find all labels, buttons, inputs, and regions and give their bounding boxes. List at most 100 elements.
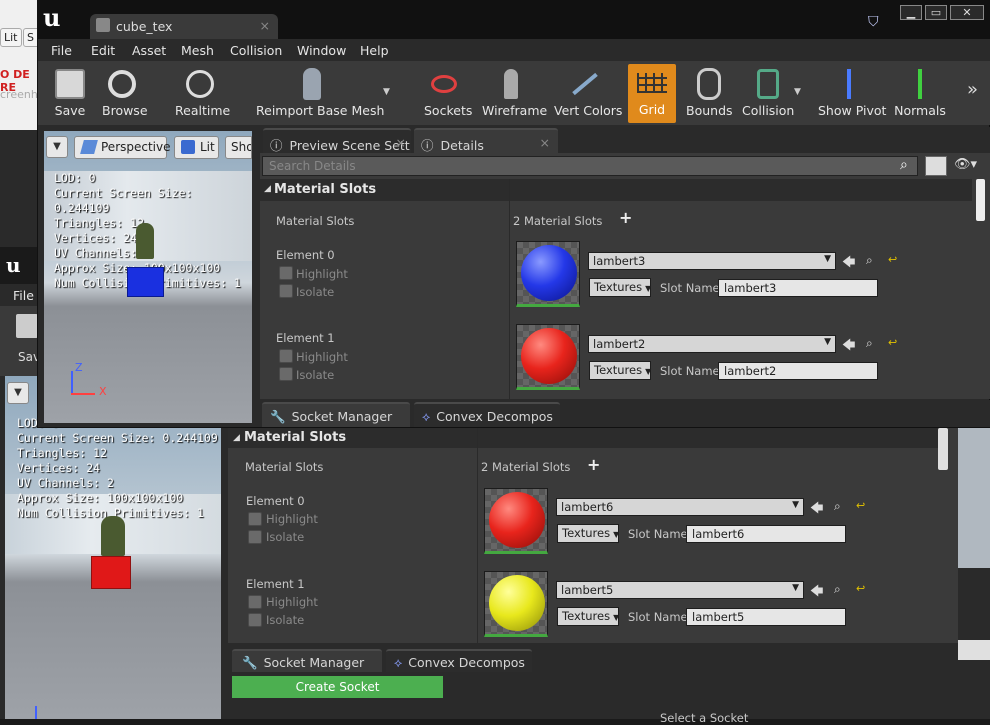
show-button[interactable]: Sho: [225, 136, 252, 159]
show-pivot-button[interactable]: Show Pivot: [818, 65, 886, 118]
menu-mesh[interactable]: Mesh: [181, 43, 214, 58]
wireframe-label: Wireframe: [482, 103, 548, 118]
view-options-list-icon[interactable]: [925, 156, 947, 176]
back-collapse-arrow-icon[interactable]: ◢: [233, 433, 240, 443]
tab-convex-decomposition[interactable]: ⟡ Convex Decompos: [414, 402, 560, 427]
menu-asset[interactable]: Asset: [132, 43, 166, 58]
lit-button[interactable]: Lit: [174, 136, 219, 159]
collapse-arrow-icon[interactable]: ◢: [264, 184, 271, 194]
close-tab-icon[interactable]: ×: [396, 135, 406, 150]
viewport-menu-button[interactable]: ▼: [46, 136, 68, 158]
chevron-down-icon[interactable]: ▼: [794, 87, 801, 97]
use-selected-arrow-icon[interactable]: 🡄: [842, 336, 855, 358]
blue-sphere-icon: [521, 245, 577, 301]
viewport[interactable]: ▼ Perspective Lit Sho LOD: 0 Current Scr…: [44, 131, 252, 423]
browse-magnifier-icon[interactable]: ⌕: [866, 253, 873, 268]
back-menu-file[interactable]: File: [0, 284, 40, 306]
element-0-slot-name-input[interactable]: lambert3: [718, 279, 878, 297]
menu-window[interactable]: Window: [297, 43, 346, 58]
menu-file[interactable]: File: [51, 43, 72, 58]
realtime-button[interactable]: Realtime: [175, 65, 230, 118]
back-element-0-textures-button[interactable]: Textures ▼: [557, 524, 619, 543]
reset-arrow-icon[interactable]: ↩: [888, 336, 897, 349]
element-0-thumbnail[interactable]: [516, 241, 580, 307]
back-element-0-isolate-checkbox[interactable]: [248, 530, 262, 544]
element-0-material-combo[interactable]: lambert3 ▼: [588, 252, 836, 270]
menu-edit[interactable]: Edit: [91, 43, 115, 58]
use-selected-arrow-icon[interactable]: 🡄: [810, 499, 823, 521]
element-1-isolate-label: Isolate: [296, 368, 335, 382]
eye-icon[interactable]: 👁▾: [954, 157, 977, 172]
back-tab-convex-decomp[interactable]: ⟡ Convex Decompos: [386, 649, 532, 672]
learn-hat-icon[interactable]: ⛉: [868, 14, 879, 30]
tab-preview-scene-settings[interactable]: ⓘ Preview Scene Sett ×: [263, 128, 411, 153]
reset-arrow-icon[interactable]: ↩: [856, 582, 865, 595]
back-element-0-thumbnail[interactable]: [484, 488, 548, 554]
back-tab-socket-manager[interactable]: 🔧 Socket Manager: [232, 649, 382, 672]
element-1-isolate-checkbox[interactable]: [279, 367, 293, 381]
sockets-button[interactable]: Sockets: [424, 65, 472, 118]
back-element-1-slot-name-input[interactable]: lambert5: [686, 608, 846, 626]
search-details-input[interactable]: Search Details: [262, 156, 918, 176]
browse-button[interactable]: Browse: [102, 65, 148, 118]
vert-colors-button[interactable]: Vert Colors: [554, 65, 622, 118]
reimport-base-mesh-button[interactable]: Reimport Base Mesh: [256, 65, 384, 118]
menu-help[interactable]: Help: [360, 43, 389, 58]
select-socket-text: Select a Socket: [660, 711, 749, 725]
back-add-slot-icon[interactable]: +: [587, 455, 600, 474]
back-element-1-highlight-checkbox[interactable]: [248, 595, 262, 609]
back-scrollbar[interactable]: [938, 428, 948, 470]
element-1-slot-name-input[interactable]: lambert2: [718, 362, 878, 380]
collision-button[interactable]: Collision: [742, 65, 794, 118]
textures-label: Textures: [562, 609, 611, 623]
material-slots-header[interactable]: Material Slots: [260, 179, 972, 201]
back-viewport-menu-button[interactable]: ▼: [7, 382, 29, 404]
close-tab-icon[interactable]: ×: [540, 135, 550, 150]
back-element-1-textures-button[interactable]: Textures ▼: [557, 607, 619, 626]
use-selected-arrow-icon[interactable]: 🡄: [810, 582, 823, 604]
reset-arrow-icon[interactable]: ↩: [856, 499, 865, 512]
use-selected-arrow-icon[interactable]: 🡄: [842, 253, 855, 275]
reset-arrow-icon[interactable]: ↩: [888, 253, 897, 266]
browse-magnifier-icon[interactable]: ⌕: [866, 336, 873, 351]
details-scrollbar[interactable]: [976, 179, 985, 221]
back-element-0-highlight-checkbox[interactable]: [248, 512, 262, 526]
back-element-0-material-combo[interactable]: lambert6 ▼: [556, 498, 804, 516]
back-element-0-slot-name-input[interactable]: lambert6: [686, 525, 846, 543]
close-window-icon[interactable]: ✕: [950, 5, 984, 20]
close-tab-icon[interactable]: ×: [260, 18, 270, 33]
maximize-icon[interactable]: ▭: [925, 5, 947, 20]
browse-magnifier-icon[interactable]: ⌕: [834, 499, 841, 514]
lit-button[interactable]: Lit: [0, 28, 22, 47]
back-element-1-material-combo[interactable]: lambert5 ▼: [556, 581, 804, 599]
element-0-highlight-checkbox[interactable]: [279, 266, 293, 280]
chevron-down-icon[interactable]: ▼: [383, 87, 390, 97]
approx-size-text: Approx Size: 100x100x100: [17, 491, 184, 505]
back-element-1-isolate-checkbox[interactable]: [248, 613, 262, 627]
element-1-textures-button[interactable]: Textures ▼: [589, 361, 651, 380]
grid-button[interactable]: Grid: [628, 64, 676, 123]
normals-button[interactable]: Normals: [894, 65, 946, 118]
minimize-icon[interactable]: ▁: [900, 5, 922, 20]
menu-collision[interactable]: Collision: [230, 43, 282, 58]
save-disk-icon[interactable]: [16, 314, 38, 338]
element-1-material-combo[interactable]: lambert2 ▼: [588, 335, 836, 353]
back-tab-socket-manager-label: Socket Manager: [263, 655, 365, 670]
wireframe-button[interactable]: Wireframe: [482, 65, 548, 118]
add-slot-icon[interactable]: +: [619, 208, 632, 227]
toolbar-overflow-icon[interactable]: »: [967, 79, 978, 100]
back-element-1-thumbnail[interactable]: [484, 571, 548, 637]
element-0-isolate-checkbox[interactable]: [279, 284, 293, 298]
browse-magnifier-icon[interactable]: ⌕: [834, 582, 841, 597]
tab-socket-manager[interactable]: 🔧 Socket Manager: [262, 402, 410, 427]
create-socket-button[interactable]: Create Socket: [232, 676, 443, 698]
element-0-textures-button[interactable]: Textures ▼: [589, 278, 651, 297]
back-material-slots-header[interactable]: Material Slots: [228, 428, 938, 448]
element-1-thumbnail[interactable]: [516, 324, 580, 390]
asset-tab[interactable]: cube_tex ×: [90, 14, 278, 39]
bounds-button[interactable]: Bounds: [686, 65, 733, 118]
element-1-highlight-checkbox[interactable]: [279, 349, 293, 363]
tab-details[interactable]: ⓘ Details ×: [414, 128, 558, 153]
perspective-button[interactable]: Perspective: [74, 136, 171, 159]
save-button[interactable]: Save: [50, 65, 90, 118]
